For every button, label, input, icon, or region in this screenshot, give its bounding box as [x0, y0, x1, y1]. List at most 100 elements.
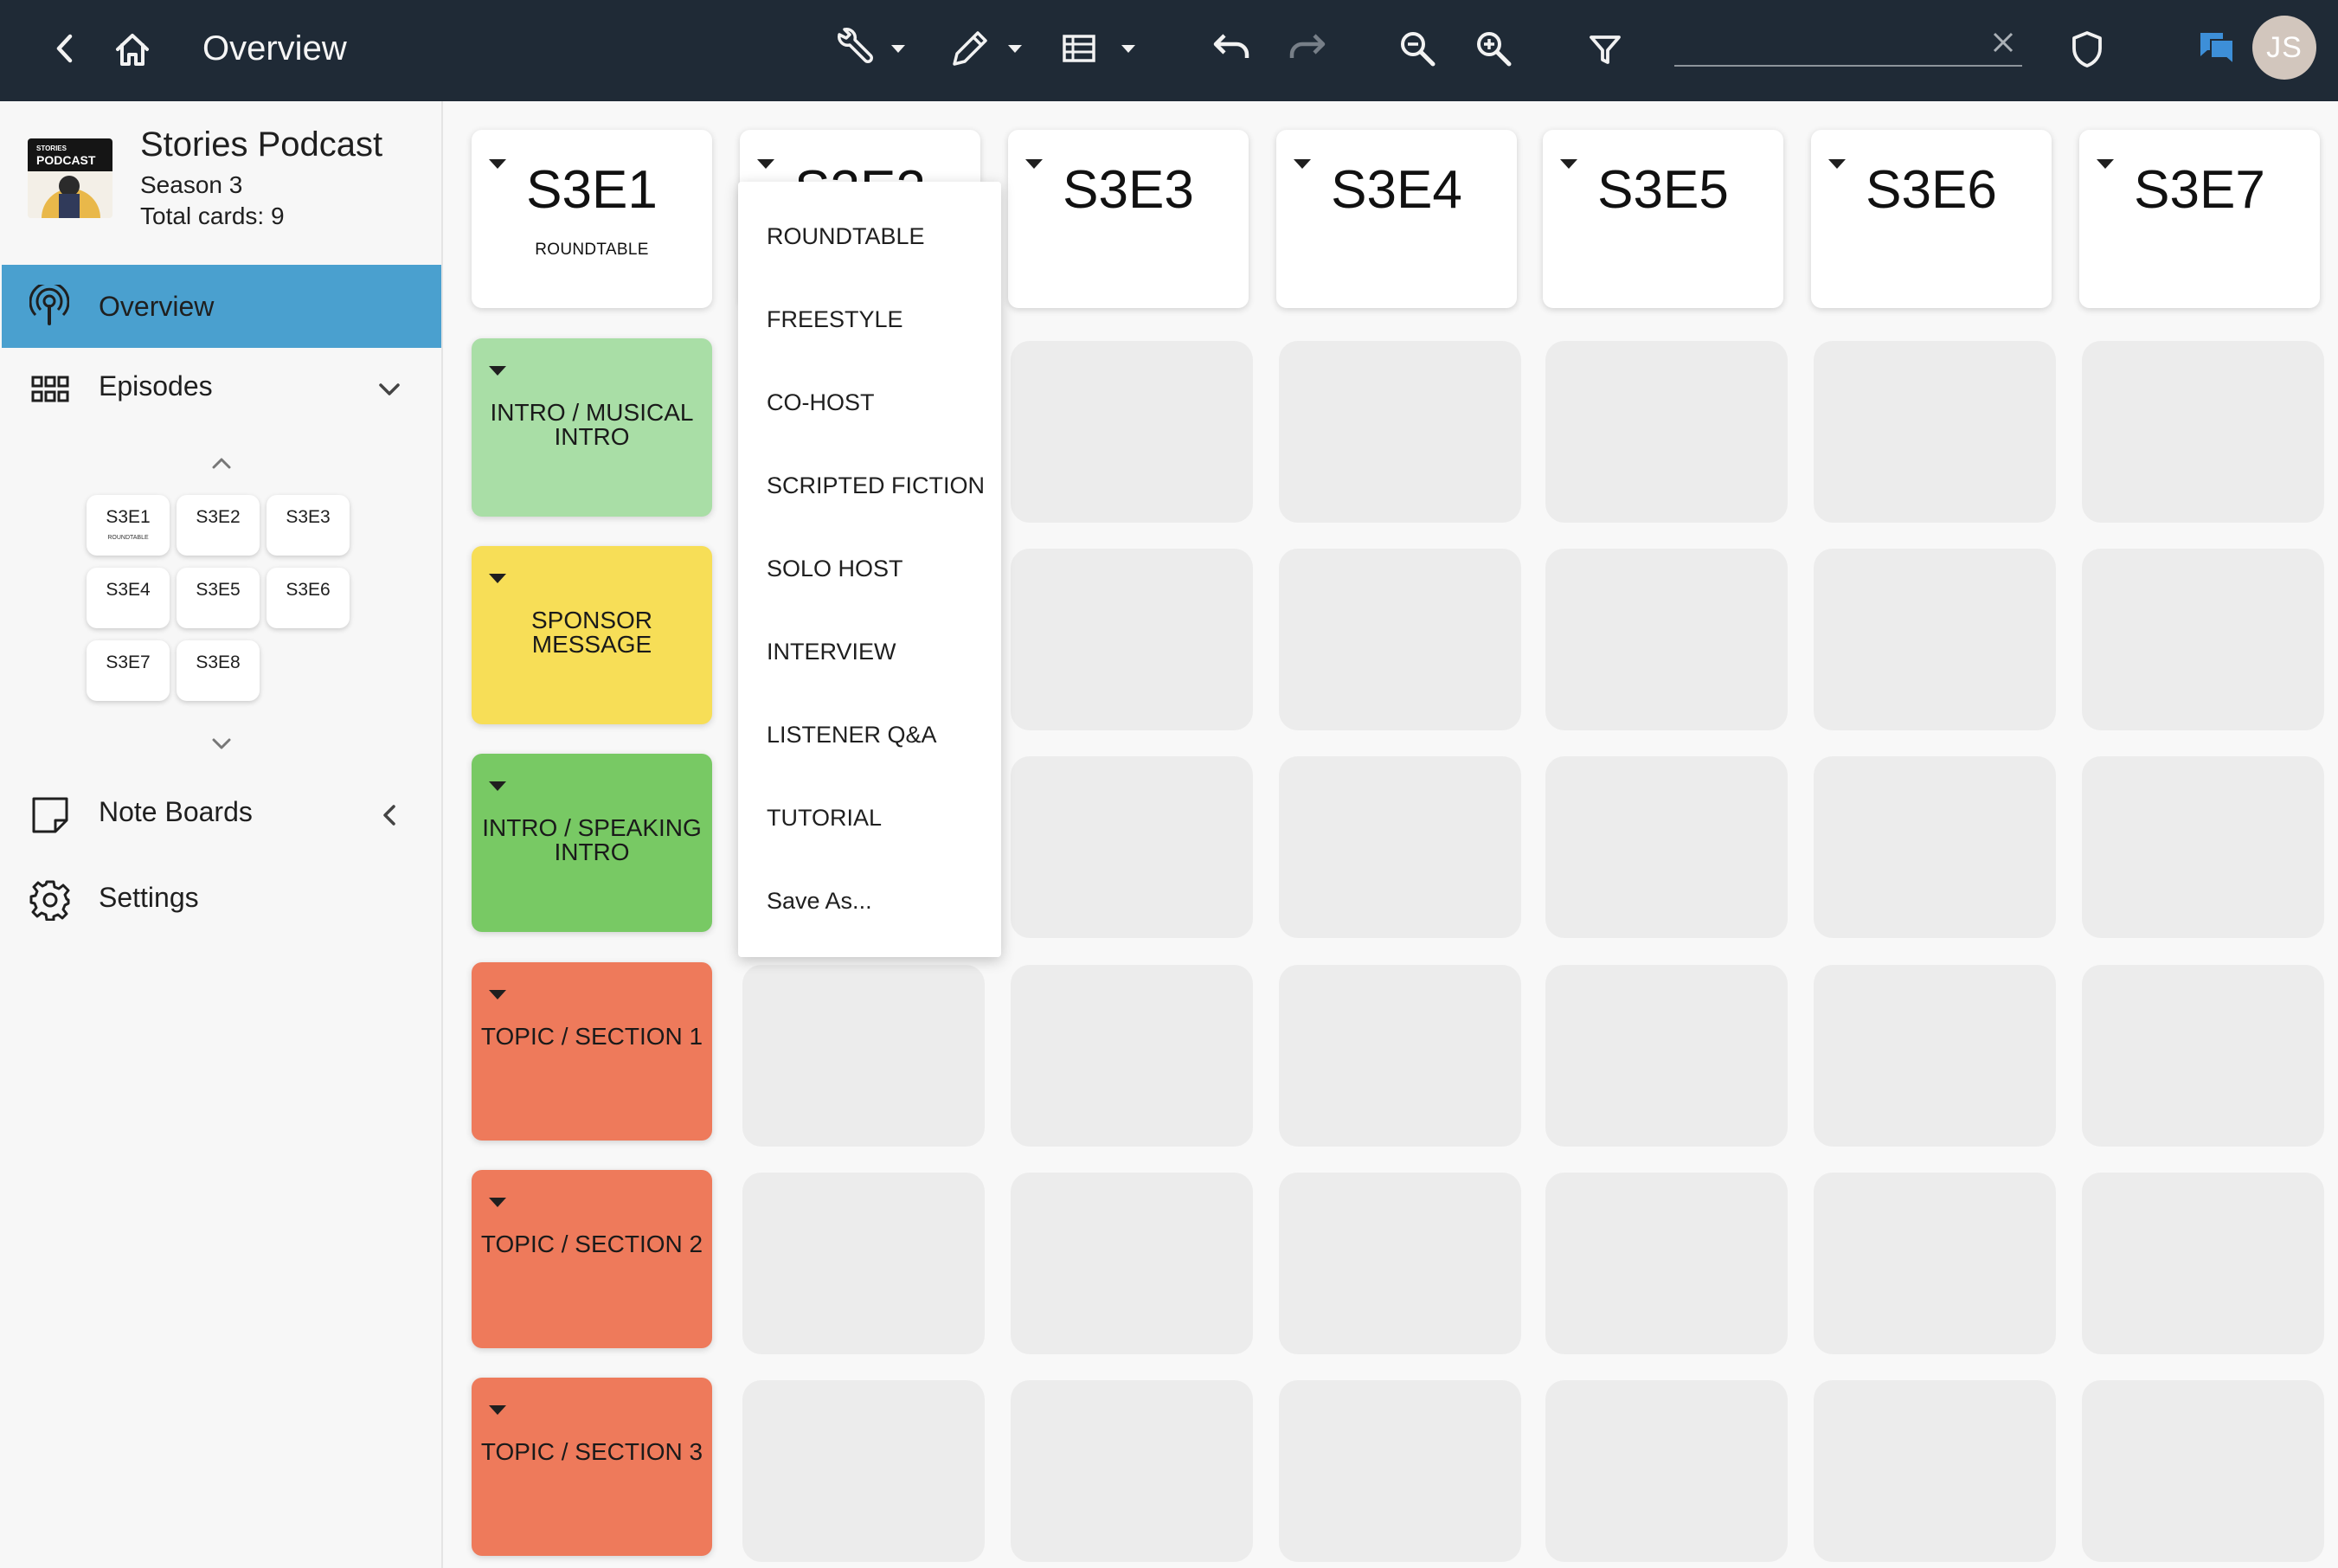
segment-card[interactable]: TOPIC / SECTION 1 — [472, 962, 712, 1141]
episode-card[interactable]: S3E1 ROUNDTABLE — [472, 130, 712, 308]
empty-card-slot[interactable] — [2082, 1173, 2324, 1354]
episode-type-option[interactable]: CO-HOST — [767, 389, 875, 416]
empty-card-slot[interactable] — [1814, 965, 2056, 1147]
mini-episode-card[interactable]: S3E5 — [177, 568, 260, 628]
empty-card-slot[interactable] — [1545, 756, 1788, 938]
empty-card-slot[interactable] — [1545, 965, 1788, 1147]
chevron-down-icon[interactable] — [377, 381, 401, 402]
episode-type-option[interactable]: FREESTYLE — [767, 306, 903, 333]
back-arrow-icon[interactable] — [48, 29, 81, 67]
sidebar-item-label: Overview — [99, 291, 215, 322]
empty-card-slot[interactable] — [1545, 1380, 1788, 1562]
episode-title: S3E7 — [2134, 160, 2265, 220]
empty-card-slot[interactable] — [1279, 965, 1521, 1147]
episode-card[interactable]: S3E5 — [1543, 130, 1783, 308]
empty-card-slot[interactable] — [2082, 756, 2324, 938]
episode-type-option[interactable]: ROUNDTABLE — [767, 223, 925, 250]
mini-episode-card[interactable]: S3E2 — [177, 495, 260, 556]
episode-type-option[interactable]: SCRIPTED FICTION — [767, 472, 985, 499]
episode-type-option[interactable]: INTERVIEW — [767, 639, 896, 665]
caret-down-icon[interactable] — [489, 781, 506, 791]
segment-card[interactable]: INTRO / SPEAKING INTRO — [472, 754, 712, 932]
empty-card-slot[interactable] — [1814, 341, 2056, 523]
mini-episode-title: S3E2 — [196, 507, 241, 527]
caret-down-icon[interactable] — [489, 1405, 506, 1415]
clear-icon[interactable] — [1988, 28, 2018, 57]
empty-card-slot[interactable] — [2082, 965, 2324, 1147]
chevron-up-icon[interactable] — [209, 455, 234, 475]
empty-card-slot[interactable] — [1814, 756, 2056, 938]
empty-card-slot[interactable] — [2082, 341, 2324, 523]
episode-type-option[interactable]: SOLO HOST — [767, 556, 903, 582]
episode-type-option[interactable]: TUTORIAL — [767, 805, 882, 832]
segment-card[interactable]: TOPIC / SECTION 2 — [472, 1170, 712, 1348]
episode-card[interactable]: S3E4 — [1276, 130, 1517, 308]
mini-episode-card[interactable]: S3E8 — [177, 640, 260, 701]
mini-episode-card[interactable]: S3E3 — [267, 495, 350, 556]
shield-icon[interactable] — [2068, 29, 2106, 69]
avatar[interactable]: JS — [2252, 16, 2316, 80]
segment-card[interactable]: SPONSOR MESSAGE — [472, 546, 712, 724]
save-as-option[interactable]: Save As... — [767, 888, 872, 915]
chevron-left-icon[interactable] — [381, 803, 398, 832]
episode-type: ROUNDTABLE — [535, 241, 649, 259]
mini-episode-title: S3E8 — [196, 652, 241, 672]
empty-card-slot[interactable] — [1279, 341, 1521, 523]
empty-card-slot[interactable] — [742, 1173, 985, 1354]
caret-down-icon[interactable] — [489, 990, 506, 999]
empty-card-slot[interactable] — [2082, 549, 2324, 730]
svg-text:PODCAST: PODCAST — [36, 153, 96, 167]
segment-card[interactable]: INTRO / MUSICAL INTRO — [472, 338, 712, 517]
empty-card-slot[interactable] — [1279, 549, 1521, 730]
sidebar-item-episodes[interactable]: Episodes — [99, 370, 213, 402]
mini-episode-card[interactable]: S3E4 — [87, 568, 170, 628]
empty-card-slot[interactable] — [1011, 1173, 1253, 1354]
home-icon[interactable] — [111, 28, 154, 71]
filter-icon[interactable] — [1585, 29, 1625, 69]
pencil-icon[interactable] — [949, 26, 1024, 71]
undo-icon[interactable] — [1210, 29, 1253, 69]
mini-episode-card[interactable]: S3E1 ROUNDTABLE — [87, 495, 170, 556]
chat-icon[interactable] — [2196, 28, 2238, 69]
empty-card-slot[interactable] — [1011, 965, 1253, 1147]
chevron-down-icon[interactable] — [209, 736, 234, 756]
episode-card[interactable]: S3E7 — [2079, 130, 2320, 308]
empty-card-slot[interactable] — [1279, 1380, 1521, 1562]
sidebar-item-settings[interactable]: Settings — [99, 882, 199, 914]
empty-card-slot[interactable] — [1011, 1380, 1253, 1562]
episode-card[interactable]: S3E6 — [1811, 130, 2052, 308]
zoom-in-icon[interactable] — [1473, 28, 1514, 69]
svg-text:STORIES: STORIES — [36, 145, 67, 152]
episode-card[interactable]: S3E3 — [1008, 130, 1249, 308]
empty-card-slot[interactable] — [1279, 756, 1521, 938]
episode-type-option[interactable]: LISTENER Q&A — [767, 722, 937, 749]
empty-card-slot[interactable] — [1545, 341, 1788, 523]
segment-card[interactable]: TOPIC / SECTION 3 — [472, 1378, 712, 1556]
empty-card-slot[interactable] — [1814, 1380, 2056, 1562]
empty-card-slot[interactable] — [742, 965, 985, 1147]
empty-card-slot[interactable] — [742, 1380, 985, 1562]
empty-card-slot[interactable] — [1011, 549, 1253, 730]
redo-icon[interactable] — [1286, 29, 1329, 69]
empty-card-slot[interactable] — [2082, 1380, 2324, 1562]
empty-card-slot[interactable] — [1814, 549, 2056, 730]
search-input[interactable] — [1674, 65, 2022, 67]
wrench-icon[interactable] — [832, 26, 907, 71]
empty-card-slot[interactable] — [1011, 341, 1253, 523]
table-icon[interactable] — [1061, 26, 1137, 71]
segment-label: TOPIC / SECTION 2 — [480, 1231, 703, 1257]
segment-label: INTRO / SPEAKING INTRO — [482, 814, 702, 865]
empty-card-slot[interactable] — [1279, 1173, 1521, 1354]
caret-down-icon[interactable] — [489, 1198, 506, 1207]
episode-title: S3E5 — [1597, 160, 1729, 220]
empty-card-slot[interactable] — [1011, 756, 1253, 938]
empty-card-slot[interactable] — [1545, 1173, 1788, 1354]
caret-down-icon[interactable] — [489, 574, 506, 583]
zoom-out-icon[interactable] — [1397, 28, 1438, 69]
empty-card-slot[interactable] — [1814, 1173, 2056, 1354]
mini-episode-card[interactable]: S3E6 — [267, 568, 350, 628]
caret-down-icon[interactable] — [489, 366, 506, 376]
empty-card-slot[interactable] — [1545, 549, 1788, 730]
mini-episode-card[interactable]: S3E7 — [87, 640, 170, 701]
sidebar-item-note-boards[interactable]: Note Boards — [99, 796, 253, 828]
